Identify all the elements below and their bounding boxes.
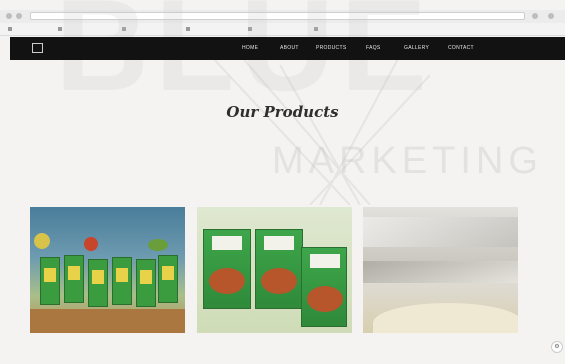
flour-heap-image [373, 303, 518, 333]
box-label [212, 236, 242, 250]
spice-pack-image [158, 255, 178, 303]
spice-box-image [301, 247, 347, 327]
vegetable-image [84, 237, 98, 251]
dish-image [209, 268, 245, 294]
product-filter-tabs [128, 163, 428, 173]
fold-shape [363, 217, 518, 247]
section-title: Our Products [226, 103, 339, 121]
settings-icon[interactable]: ⚙ [551, 341, 563, 353]
watermark-subtext: MARKETING [272, 140, 543, 182]
nav-products[interactable]: PRODUCTS [316, 45, 346, 51]
table-surface [30, 309, 185, 333]
nav-contact[interactable]: CONTACT [448, 45, 474, 51]
dish-image [261, 268, 297, 294]
box-label [310, 254, 340, 268]
spice-pack-image [64, 255, 84, 303]
product-card-image[interactable] [30, 207, 185, 333]
star-icon[interactable] [532, 13, 538, 19]
spice-pack-image [88, 259, 108, 307]
vegetable-image [34, 233, 50, 249]
fold-shape [363, 261, 518, 283]
back-icon[interactable] [6, 13, 12, 19]
nav-about[interactable]: ABOUT [280, 45, 299, 51]
box-label [264, 236, 294, 250]
spice-pack-image [112, 257, 132, 305]
bookmark-item[interactable] [8, 25, 14, 33]
dish-image [307, 286, 343, 312]
product-card-image[interactable] [363, 207, 518, 333]
bookmark-icon [8, 26, 12, 31]
reload-icon[interactable] [16, 13, 22, 19]
spice-box-image [255, 229, 303, 309]
menu-icon[interactable] [548, 13, 554, 19]
spice-box-image [203, 229, 251, 309]
brand-logo-icon[interactable] [32, 43, 43, 53]
nav-gallery[interactable]: GALLERY [404, 45, 429, 51]
site-navbar: HOME ABOUT PRODUCTS FAQS GALLERY CONTACT [10, 37, 565, 60]
nav-home[interactable]: HOME [242, 45, 258, 51]
product-card-image[interactable] [197, 207, 352, 333]
nav-faqs[interactable]: FAQS [366, 45, 381, 51]
vegetable-image [148, 239, 168, 251]
spice-pack-image [40, 257, 60, 305]
spice-pack-image [136, 259, 156, 307]
